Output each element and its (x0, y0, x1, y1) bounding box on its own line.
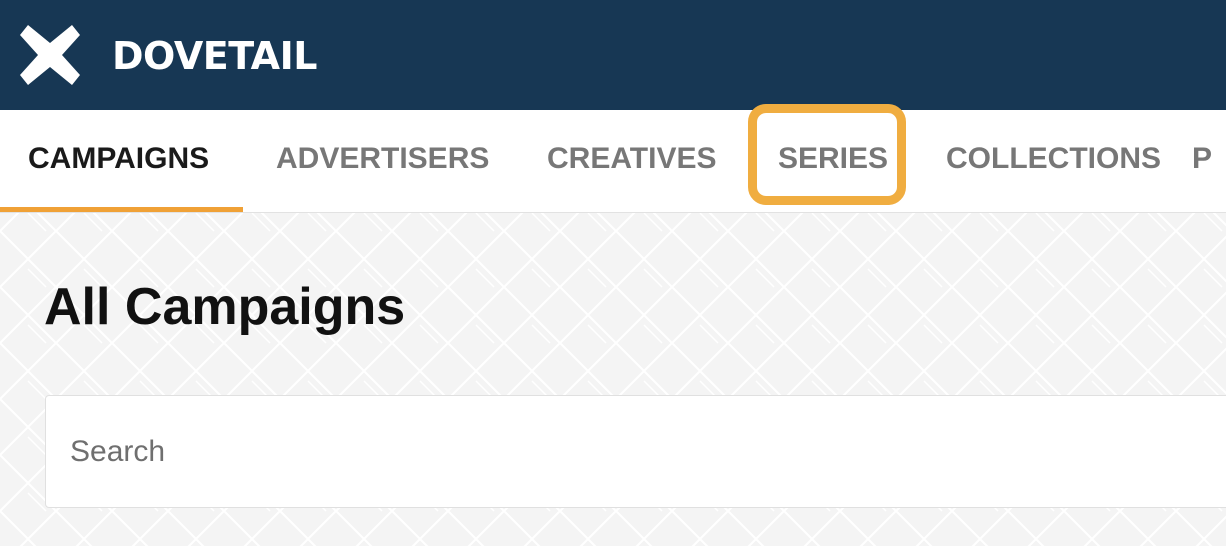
app-header: DOVETAIL (0, 0, 1226, 110)
main-content: All Campaigns (0, 213, 1226, 546)
search-input[interactable] (70, 396, 1220, 507)
tab-collections[interactable]: COLLECTIONS (946, 110, 1161, 212)
dovetail-x-logo-icon[interactable] (20, 25, 80, 85)
main-nav-tabs: CAMPAIGNS ADVERTISERS CREATIVES SERIES C… (0, 110, 1226, 213)
tab-partial-next[interactable]: P (1192, 110, 1212, 212)
active-tab-underline (0, 207, 243, 212)
brand-name[interactable]: DOVETAIL (112, 34, 317, 78)
tab-creatives[interactable]: CREATIVES (547, 110, 716, 212)
search-container (45, 395, 1226, 508)
tab-campaigns[interactable]: CAMPAIGNS (28, 110, 209, 212)
tab-series[interactable]: SERIES (778, 110, 888, 212)
tab-advertisers[interactable]: ADVERTISERS (276, 110, 489, 212)
page-title: All Campaigns (44, 278, 406, 336)
